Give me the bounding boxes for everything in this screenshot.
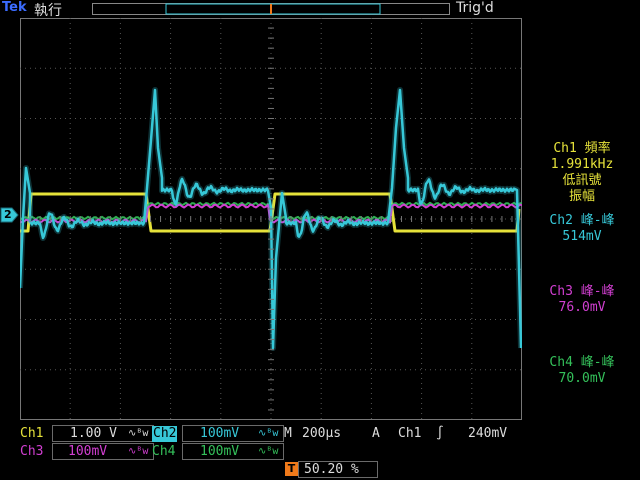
ch2-label[interactable]: Ch2 [152, 426, 178, 442]
ch3-pk-pk-measurement: Ch3 峰-峰 76.0mV [530, 284, 634, 316]
ch2-measure-value: 514mV [562, 229, 602, 244]
ch4-pk-pk-measurement: Ch4 峰-峰 70.0mV [530, 355, 634, 387]
waveform-display[interactable] [20, 18, 522, 420]
record-view-window [165, 3, 381, 15]
ch1-bw-limit-icon: ∿ᴮw [128, 428, 149, 439]
trigger-type-label: A [372, 426, 380, 441]
ch2-marker-label: 2 [4, 208, 12, 221]
ch4-measure-value: 70.0mV [558, 371, 606, 386]
ch4-scale: 100mV [200, 444, 240, 459]
status-bar: Tek 執行 Trig'd [0, 0, 640, 19]
trigger-source[interactable]: Ch1 [398, 426, 421, 442]
ch4-measure-title: Ch4 峰-峰 [549, 355, 615, 370]
trigger-status: Trig'd [456, 0, 494, 16]
ch1-measure-note: 低訊號 [562, 173, 602, 188]
ch2-pk-pk-measurement: Ch2 峰-峰 514mV [530, 213, 634, 245]
ch2-bw-limit-icon: ∿ᴮw [258, 428, 279, 439]
ch1-label[interactable]: Ch1 [20, 426, 43, 442]
trigger-position-icon: T [285, 462, 298, 476]
timebase-value[interactable]: 200µs [302, 426, 341, 442]
trigger-position-icon-label: T [287, 462, 296, 475]
trigger-position-value: 50.20 % [304, 462, 359, 477]
ch3-measure-title: Ch3 峰-峰 [549, 284, 615, 299]
ch3-measure-value: 76.0mV [558, 300, 606, 315]
ch1-measure-value: 1.991kHz [550, 157, 614, 172]
ch4-label[interactable]: Ch4 [152, 444, 175, 460]
trigger-level[interactable]: 240mV [468, 426, 507, 442]
acquisition-mode: 執行 [34, 3, 62, 19]
timebase-label: M [284, 426, 292, 441]
ch2-scale: 100mV [200, 426, 240, 441]
ch1-measure-note2: 振幅 [568, 189, 595, 204]
ch3-scale: 100mV [68, 444, 108, 459]
brand-logo: Tek [2, 0, 27, 15]
record-length-bar [92, 3, 450, 15]
ch3-label[interactable]: Ch3 [20, 444, 43, 460]
ch2-measure-title: Ch2 峰-峰 [549, 213, 615, 228]
ch4-bw-limit-icon: ∿ᴮw [258, 446, 279, 457]
ch1-measure-title: Ch1 頻率 [553, 141, 611, 156]
ch1-frequency-measurement: Ch1 頻率 1.991kHz 低訊號 振幅 [530, 141, 634, 205]
ch1-scale: 1.00 V [70, 426, 117, 441]
ch3-bw-limit-icon: ∿ᴮw [128, 446, 149, 457]
trigger-slope-icon: ∫ [436, 426, 444, 441]
